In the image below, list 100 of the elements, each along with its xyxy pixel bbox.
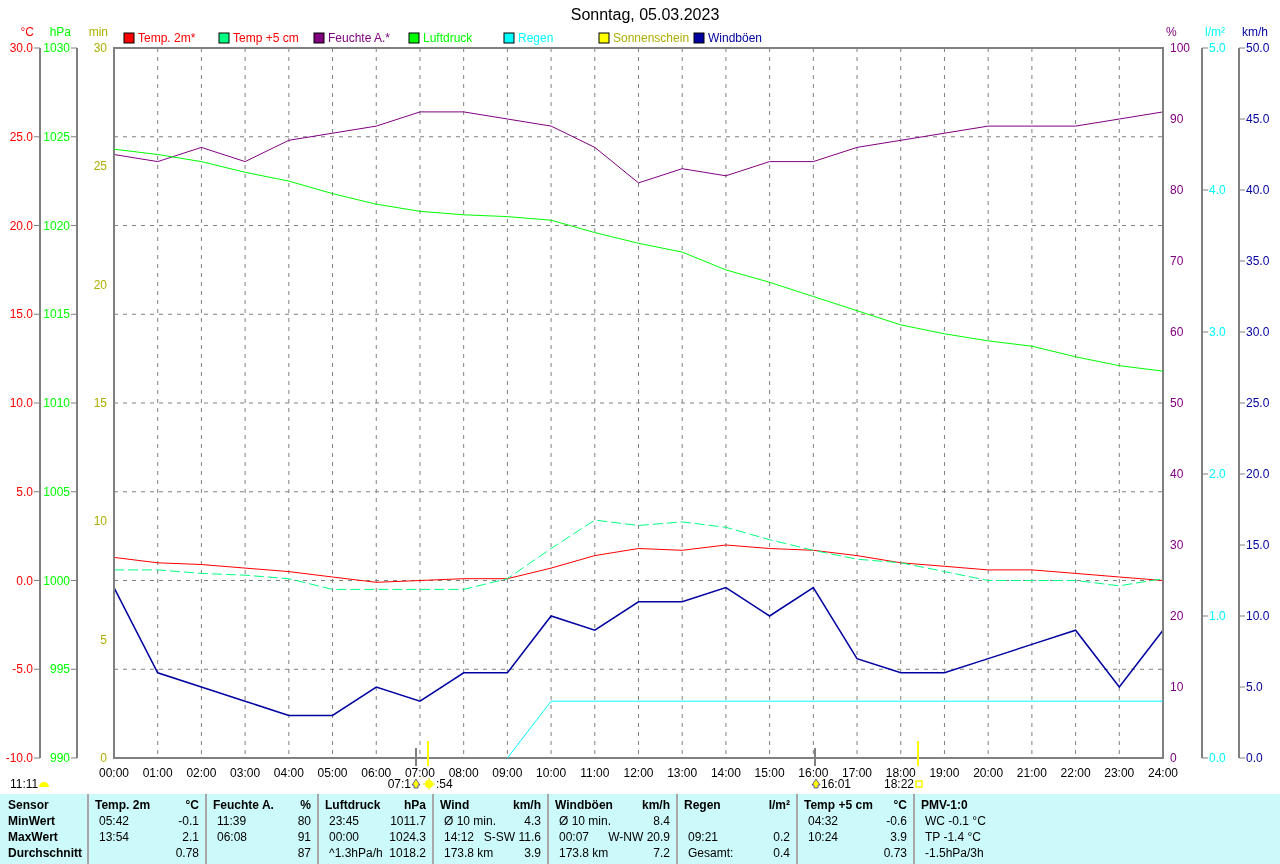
axis-label: 30 [93,41,107,55]
row-label: MinWert [8,813,56,829]
axis-label: 5.0 [1246,680,1263,694]
stat-label: 05:42 [98,813,130,829]
axis-label: 5 [100,632,107,647]
legend-swatch [408,32,420,44]
row-label: Sensor [8,797,49,813]
column-title: Luftdruck [325,797,381,813]
axis-label: 0 [1170,751,1177,765]
stat-label: WC -0.1 °C [924,813,986,829]
stat-label: -1.5hPa/3h [924,845,984,861]
time-label: 17:00 [842,766,873,780]
time-label: 10:00 [536,766,567,780]
legend-label: Windböen [708,31,763,45]
time-label: 02:00 [186,766,217,780]
legend-swatch [503,32,515,44]
up-arrow-icon [811,778,821,789]
axis-label: 20.0 [9,218,33,233]
axis-label: 80 [1170,183,1184,197]
axis-unit: min [88,25,108,39]
time-label: 11:00 [580,766,610,780]
axis-label: 45.0 [1246,112,1270,126]
axis-label: 1010 [43,396,70,410]
axis-label: 25.0 [1246,396,1270,410]
axis-unit: % [1166,25,1177,39]
stat-value: 8.4 [653,813,670,829]
column-title: PMV-1:0 [921,797,968,813]
time-label: 05:00 [317,766,348,780]
axis-label: 50 [1170,396,1184,410]
column-unit: °C [185,797,199,813]
stat-label: 14:12 [443,829,475,845]
axis-label: 20.0 [1246,467,1270,481]
axis-label: 10 [93,514,107,529]
legend-swatch [598,32,610,44]
stat-label: TP -1.4 °C [924,829,981,845]
axis-label: 60 [1170,325,1184,339]
stat-label: 00:00 [328,829,360,845]
stat-value: -0.6 [886,813,907,829]
axis-label: 2.0 [1209,467,1226,481]
stat-value: 0.78 [175,845,199,861]
column-unit: km/h [513,797,541,813]
axis-label: 25.0 [9,129,33,144]
column-unit: hPa [404,797,426,813]
time-marker [917,740,919,767]
column-title: Windböen [555,797,613,813]
stat-label: 173.8 km [558,845,609,861]
time-label: 13:00 [667,766,698,780]
column-title: Wind [440,797,470,813]
axis-label: 35.0 [1246,254,1270,268]
axis-label: 995 [49,662,70,677]
time-mark-label: 18:22 [884,777,915,791]
axis-label: 5.0 [1209,41,1226,55]
column-title: Temp +5 cm [804,797,873,813]
time-label: 20:00 [973,766,1004,780]
stat-value: 0.73 [883,845,907,861]
chart-title: Sonntag, 05.03.2023 [570,6,720,23]
axis-label: -10.0 [5,751,33,765]
square-icon [915,780,923,788]
stat-value: 7.2 [653,845,670,861]
stat-label: Ø 10 min. [443,813,497,829]
axis-label: 1015 [43,307,70,322]
time-label: 23:00 [1104,766,1135,780]
axis-label: 4.0 [1209,183,1226,197]
legend-label: Regen [518,31,554,45]
stat-label: 06:08 [216,829,248,845]
stat-value: 3.9 [890,829,907,845]
time-marker [427,740,429,767]
stat-label: 173.8 km [443,845,494,861]
axis-unit: °C [20,25,34,39]
axis-label: 1005 [43,484,70,499]
stat-value: 1011.7 [390,813,426,829]
axis-label: 3.0 [1209,325,1226,339]
time-label: 00:00 [99,766,129,780]
stat-label: ^1.3hPa/h [328,845,383,861]
time-label: 06:00 [361,766,392,780]
stat-label: Gesamt: [687,845,734,861]
axis-label: 0.0 [1209,751,1226,765]
time-label: 19:00 [929,766,960,780]
stat-value: S-SW 11.6 [483,829,541,845]
axis-label: 30.0 [9,41,33,55]
axis-label: -5.0 [12,662,33,677]
axis-unit: km/h [1242,25,1268,39]
legend-swatch [218,32,230,44]
column-title: Feuchte A. [213,797,274,813]
time-label: 14:00 [710,766,741,780]
stat-value: 3.9 [524,845,541,861]
axis-label: 0 [100,751,107,765]
time-label: 03:00 [230,766,261,780]
column-unit: km/h [642,797,670,813]
stat-label: Ø 10 min. [558,813,612,829]
stat-label: 09:21 [687,829,719,845]
stat-value: 2.1 [182,829,199,845]
row-label: MaxWert [8,829,58,845]
axis-label: 40 [1170,467,1184,481]
axis-label: 50.0 [1246,41,1270,55]
axis-label: 1000 [43,573,70,588]
time-label: 07:00 [404,766,435,780]
axis-label: 30.0 [1246,325,1270,339]
legend-label: Temp +5 cm [233,31,299,45]
stat-value: 1018.2 [389,845,426,861]
